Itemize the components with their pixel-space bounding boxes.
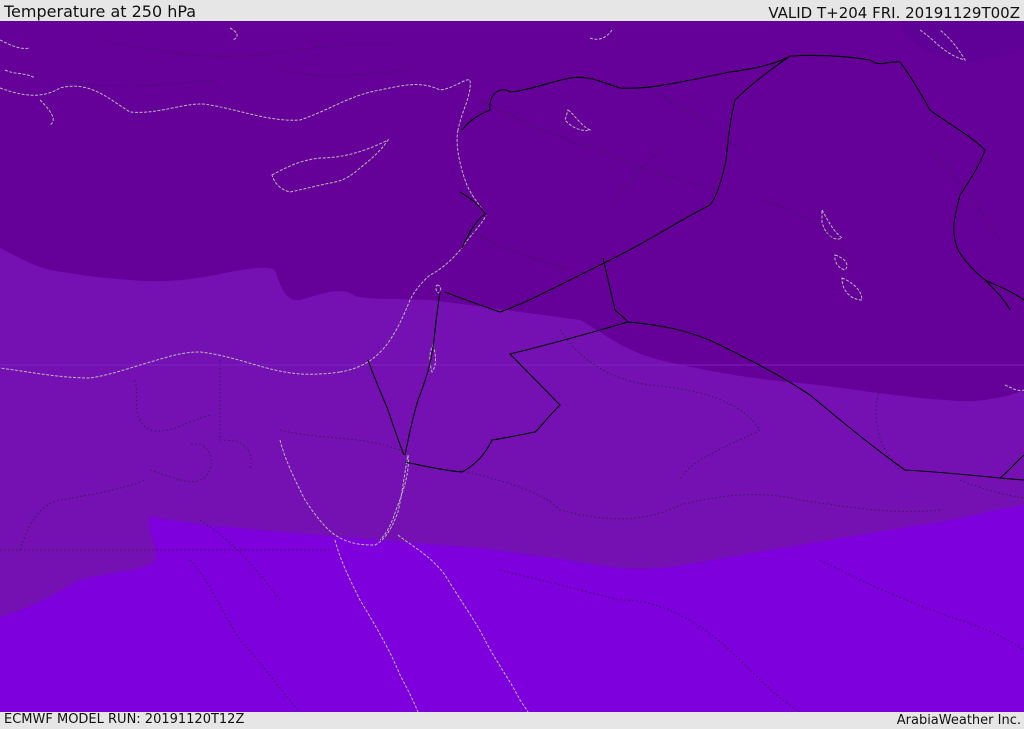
footer-bar: ECMWF MODEL RUN: 20191120T12Z ArabiaWeat…	[0, 712, 1024, 729]
weather-map[interactable]	[0, 21, 1024, 712]
model-run-label: ECMWF MODEL RUN: 20191120T12Z	[4, 712, 245, 727]
credit-label: ArabiaWeather Inc.	[896, 713, 1021, 728]
map-title: Temperature at 250 hPa	[4, 2, 197, 21]
map-canvas	[0, 21, 1024, 712]
valid-time-label: VALID T+204 FRI. 20191129T00Z	[768, 4, 1020, 22]
header-bar: Temperature at 250 hPa VALID T+204 FRI. …	[0, 0, 1024, 22]
